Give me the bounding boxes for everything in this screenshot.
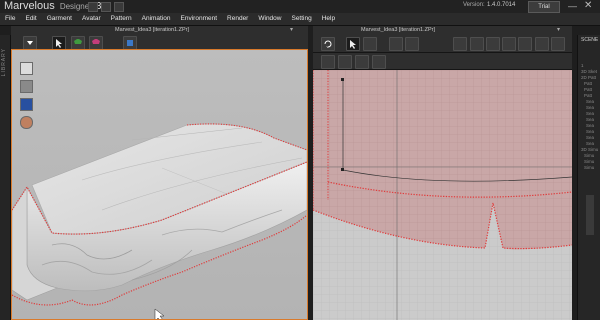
menu-help[interactable]: Help bbox=[317, 13, 340, 25]
trial-button[interactable]: Trial bbox=[528, 1, 560, 13]
menu-setting[interactable]: Setting bbox=[286, 13, 316, 25]
scene-tree-item[interactable]: 1 bbox=[581, 63, 584, 68]
panel-menu-icon[interactable]: ▾ bbox=[290, 26, 293, 33]
scene-tree-item[interactable]: Simu bbox=[584, 165, 594, 170]
scene-tree-item[interactable]: Patt bbox=[584, 81, 592, 86]
version-value: 1.4.0.7014 bbox=[487, 2, 516, 8]
scene-tree-item[interactable]: Sea bbox=[586, 129, 594, 134]
scene-tree-item[interactable]: Patt bbox=[584, 87, 592, 92]
scene-tree-item[interactable]: Sea bbox=[586, 99, 594, 104]
menu-bar: File Edit Garment Avatar Pattern Animati… bbox=[0, 13, 600, 26]
scene-tree-item[interactable]: Sea bbox=[586, 135, 594, 140]
pattern-icon[interactable] bbox=[502, 37, 516, 51]
save-icon[interactable] bbox=[88, 2, 98, 12]
pattern-icon[interactable] bbox=[486, 37, 500, 51]
view2d-toolbar-2 bbox=[313, 53, 572, 70]
transform-icon[interactable] bbox=[363, 37, 377, 51]
view2d-viewport[interactable] bbox=[313, 70, 572, 320]
menu-garment[interactable]: Garment bbox=[42, 13, 77, 25]
pattern-icon[interactable] bbox=[453, 37, 467, 51]
view3d-viewport[interactable] bbox=[11, 49, 308, 320]
view2d-toolbar bbox=[313, 35, 572, 53]
shirt-icon[interactable] bbox=[20, 62, 33, 75]
scene-tree-item[interactable]: 3D Simu bbox=[581, 147, 598, 152]
scene-tree-item[interactable]: Patt bbox=[584, 93, 592, 98]
scene-tree-item[interactable]: Sea bbox=[586, 117, 594, 122]
pattern-icon[interactable] bbox=[551, 37, 565, 51]
view3d-toolbar bbox=[11, 35, 308, 50]
library-label[interactable]: LIBRARY bbox=[1, 48, 7, 76]
scene-tree-item[interactable]: Sea bbox=[586, 141, 594, 146]
scene-tree-item[interactable]: Simu bbox=[584, 159, 594, 164]
arrow-down-icon[interactable] bbox=[23, 36, 37, 50]
scene-panel: SCENE 1 3D Sket 2D Patt Patt Patt Patt S… bbox=[577, 35, 600, 320]
menu-window[interactable]: Window bbox=[253, 13, 286, 25]
pattern-icon[interactable] bbox=[405, 37, 419, 51]
avatar-body-icon[interactable] bbox=[20, 80, 33, 93]
select-icon[interactable] bbox=[52, 36, 66, 50]
quick-access-toolbar bbox=[88, 2, 124, 12]
panel-menu-icon[interactable]: ▾ bbox=[557, 26, 560, 33]
scrollbar[interactable] bbox=[586, 195, 594, 235]
garment-icon[interactable] bbox=[71, 36, 85, 50]
pattern-icon[interactable] bbox=[535, 37, 549, 51]
menu-animation[interactable]: Animation bbox=[137, 13, 176, 25]
rotate-icon[interactable] bbox=[321, 37, 335, 51]
mouse-cursor-icon bbox=[154, 308, 165, 319]
scene-title: SCENE bbox=[581, 37, 599, 43]
avatar-head-icon[interactable] bbox=[20, 116, 33, 129]
pattern-icon[interactable] bbox=[338, 55, 352, 69]
version-label: Version: bbox=[463, 2, 485, 8]
app-title: Marvelous Designer 3 bbox=[4, 0, 101, 12]
redo-icon[interactable] bbox=[114, 2, 124, 12]
menu-pattern[interactable]: Pattern bbox=[106, 13, 137, 25]
pattern-2d-render bbox=[313, 70, 572, 320]
pattern-icon[interactable] bbox=[518, 37, 532, 51]
scene-tree-item[interactable]: Simu bbox=[584, 153, 594, 158]
menu-render[interactable]: Render bbox=[222, 13, 253, 25]
pattern-icon[interactable] bbox=[470, 37, 484, 51]
scene-tree-item[interactable]: Sea bbox=[586, 105, 594, 110]
menu-environment[interactable]: Environment bbox=[176, 13, 223, 25]
view3d-tab[interactable]: Marvest_Idea3 [iteration1.ZPr] bbox=[115, 27, 189, 33]
segment-icon[interactable] bbox=[389, 37, 403, 51]
avatar-icon[interactable] bbox=[89, 36, 103, 50]
texture-icon[interactable] bbox=[20, 98, 33, 111]
menu-file[interactable]: File bbox=[0, 13, 20, 25]
select-icon[interactable] bbox=[346, 37, 360, 51]
minimize-icon[interactable]: — bbox=[568, 1, 577, 11]
undo-icon[interactable] bbox=[101, 2, 111, 12]
library-sidebar bbox=[0, 35, 11, 320]
pattern-icon[interactable] bbox=[372, 55, 386, 69]
pattern-icon[interactable] bbox=[321, 55, 335, 69]
close-icon[interactable]: ✕ bbox=[584, 0, 592, 11]
menu-avatar[interactable]: Avatar bbox=[77, 13, 106, 25]
view2d-tab[interactable]: Marvest_Idea3 [iteration1.ZPr] bbox=[361, 27, 435, 33]
fold-icon[interactable] bbox=[123, 36, 137, 50]
scene-tree-item[interactable]: 3D Sket bbox=[581, 69, 597, 74]
menu-edit[interactable]: Edit bbox=[20, 13, 41, 25]
app-name: Marvelous bbox=[4, 0, 55, 12]
scene-tree-item[interactable]: Sea bbox=[586, 123, 594, 128]
scene-tree-item[interactable]: 2D Patt bbox=[581, 75, 596, 80]
pattern-icon[interactable] bbox=[355, 55, 369, 69]
garment-3d-render bbox=[12, 123, 307, 319]
scene-tree-item[interactable]: Sea bbox=[586, 111, 594, 116]
